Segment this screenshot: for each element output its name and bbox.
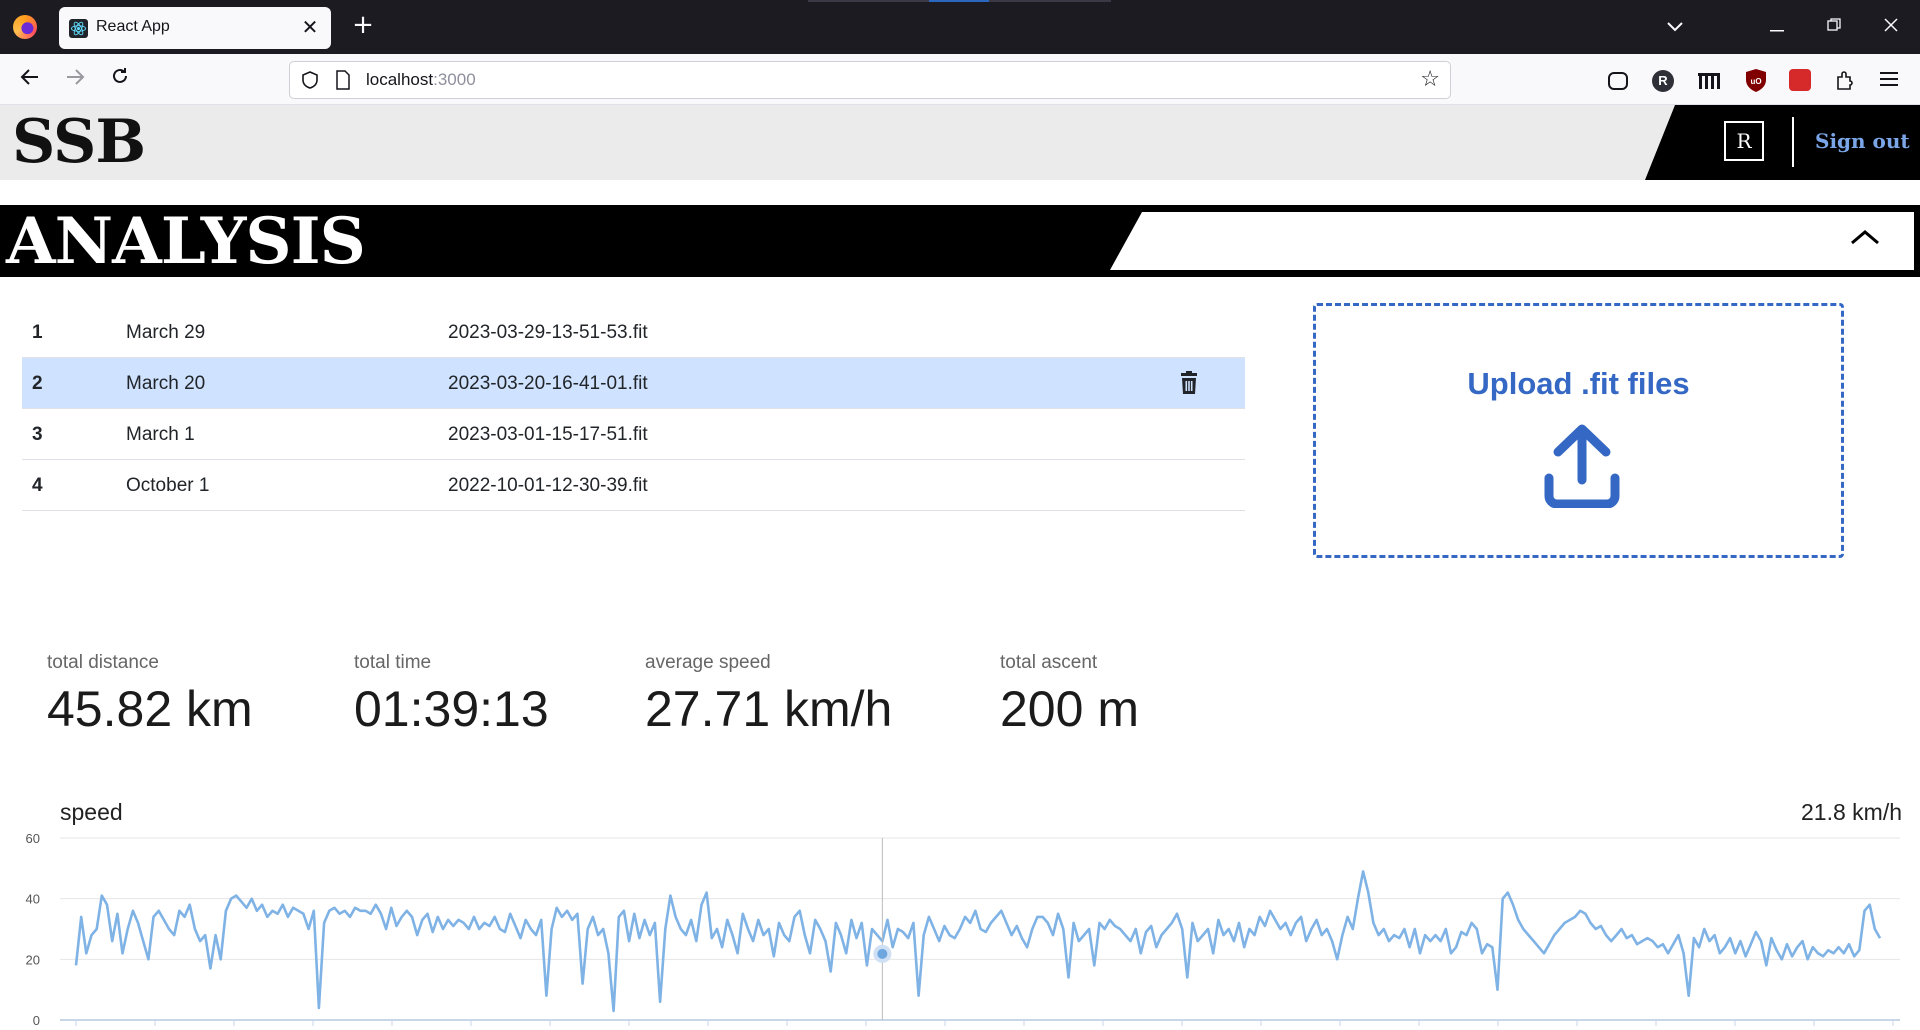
restore-icon[interactable] xyxy=(1819,12,1849,42)
ublock-origin-icon[interactable]: uO xyxy=(1745,68,1767,93)
svg-text:uO: uO xyxy=(1750,77,1761,86)
row-date: March 29 xyxy=(126,322,206,343)
minimize-icon[interactable] xyxy=(1762,12,1792,42)
row-filename: 2023-03-01-15-17-51.fit xyxy=(448,424,648,445)
stat-value: 27.71 km/h xyxy=(645,681,893,737)
collapse-chevron-up-icon[interactable] xyxy=(1850,227,1880,247)
url-text: localhost:3000 xyxy=(366,70,476,89)
speed-chart[interactable]: 60 40 20 0 xyxy=(0,820,1920,1030)
extension-r-icon[interactable]: R xyxy=(1652,70,1674,92)
stat-label: total distance xyxy=(47,652,159,673)
browser-tabbar: React App ✕ + xyxy=(0,0,1920,54)
stat-label: total time xyxy=(354,652,432,673)
menu-hamburger-icon[interactable] xyxy=(1880,70,1900,90)
row-number: 1 xyxy=(32,322,43,343)
row-filename: 2022-10-01-12-30-39.fit xyxy=(448,475,648,496)
stat-value: 45.82 km xyxy=(47,681,253,737)
table-row[interactable]: 1 March 29 2023-03-29-13-51-53.fit xyxy=(22,307,1245,358)
speed-series-line xyxy=(74,870,1882,1013)
extension-grid-icon[interactable] xyxy=(1697,72,1721,90)
reload-icon[interactable] xyxy=(106,66,134,94)
back-icon[interactable] xyxy=(16,66,44,94)
y-tick-label: 40 xyxy=(26,892,40,907)
y-tick-label: 60 xyxy=(26,831,40,846)
app-header: SSB xyxy=(0,105,1920,180)
browser-navbar: localhost:3000 ☆ R uO xyxy=(0,54,1920,105)
react-favicon-icon xyxy=(69,19,88,38)
y-tick-label: 0 xyxy=(33,1013,40,1028)
stat-label: total ascent xyxy=(1000,652,1098,673)
file-table: 1 March 29 2023-03-29-13-51-53.fit 2 Mar… xyxy=(22,307,1245,511)
table-row[interactable]: 4 October 1 2022-10-01-12-30-39.fit xyxy=(22,460,1245,511)
extensions-puzzle-icon[interactable] xyxy=(1834,69,1856,91)
url-bar[interactable]: localhost:3000 ☆ xyxy=(289,61,1451,99)
table-row[interactable]: 2 March 20 2023-03-20-16-41-01.fit xyxy=(22,358,1245,409)
sign-out-button[interactable]: Sign out xyxy=(1815,129,1910,153)
bookmark-star-icon[interactable]: ☆ xyxy=(1420,68,1440,92)
section-panel[interactable] xyxy=(1110,212,1914,270)
table-row[interactable]: 3 March 1 2023-03-01-15-17-51.fit xyxy=(22,409,1245,460)
trash-icon[interactable] xyxy=(1178,371,1200,395)
tab-title: React App xyxy=(96,18,170,35)
pocket-icon[interactable] xyxy=(1608,72,1628,90)
row-date: March 20 xyxy=(126,373,206,394)
section-title: ANALYSIS xyxy=(6,204,366,279)
upload-icon xyxy=(1544,424,1620,508)
row-date: March 1 xyxy=(126,424,195,445)
section-header: ANALYSIS xyxy=(0,205,1920,277)
stat-total-ascent: total ascent 200 m xyxy=(1000,652,1139,738)
row-number: 2 xyxy=(32,373,43,394)
stat-average-speed: average speed 27.71 km/h xyxy=(645,652,892,738)
hover-marker xyxy=(877,948,888,959)
row-number: 3 xyxy=(32,424,43,445)
stat-value: 01:39:13 xyxy=(354,681,549,737)
tab-close-icon[interactable]: ✕ xyxy=(299,16,321,38)
new-tab-icon[interactable]: + xyxy=(350,12,376,38)
stat-total-time: total time 01:39:13 xyxy=(354,652,549,738)
firefox-logo-icon[interactable] xyxy=(13,15,37,39)
row-number: 4 xyxy=(32,475,43,496)
upload-label: Upload .fit files xyxy=(1467,366,1690,401)
stat-total-distance: total distance 45.82 km xyxy=(47,652,253,738)
header-divider xyxy=(1792,117,1794,167)
avatar[interactable]: R xyxy=(1724,121,1764,161)
y-tick-label: 20 xyxy=(26,952,40,967)
stat-label: average speed xyxy=(645,652,771,673)
row-filename: 2023-03-29-13-51-53.fit xyxy=(448,322,648,343)
tracking-protection-icon[interactable] xyxy=(300,70,320,90)
tabbar-accent-highlight xyxy=(929,0,989,2)
upload-dropzone[interactable]: Upload .fit files xyxy=(1313,303,1844,558)
browser-tab[interactable]: React App ✕ xyxy=(59,7,331,49)
row-filename: 2023-03-20-16-41-01.fit xyxy=(448,373,648,394)
page-info-icon[interactable] xyxy=(334,70,352,90)
forward-icon[interactable] xyxy=(61,66,89,94)
extension-red-icon[interactable] xyxy=(1789,69,1811,91)
stat-value: 200 m xyxy=(1000,681,1139,737)
row-date: October 1 xyxy=(126,475,210,496)
brand-logo[interactable]: SSB xyxy=(12,109,146,175)
close-window-icon[interactable] xyxy=(1876,12,1906,42)
list-all-tabs-icon[interactable] xyxy=(1660,12,1690,42)
